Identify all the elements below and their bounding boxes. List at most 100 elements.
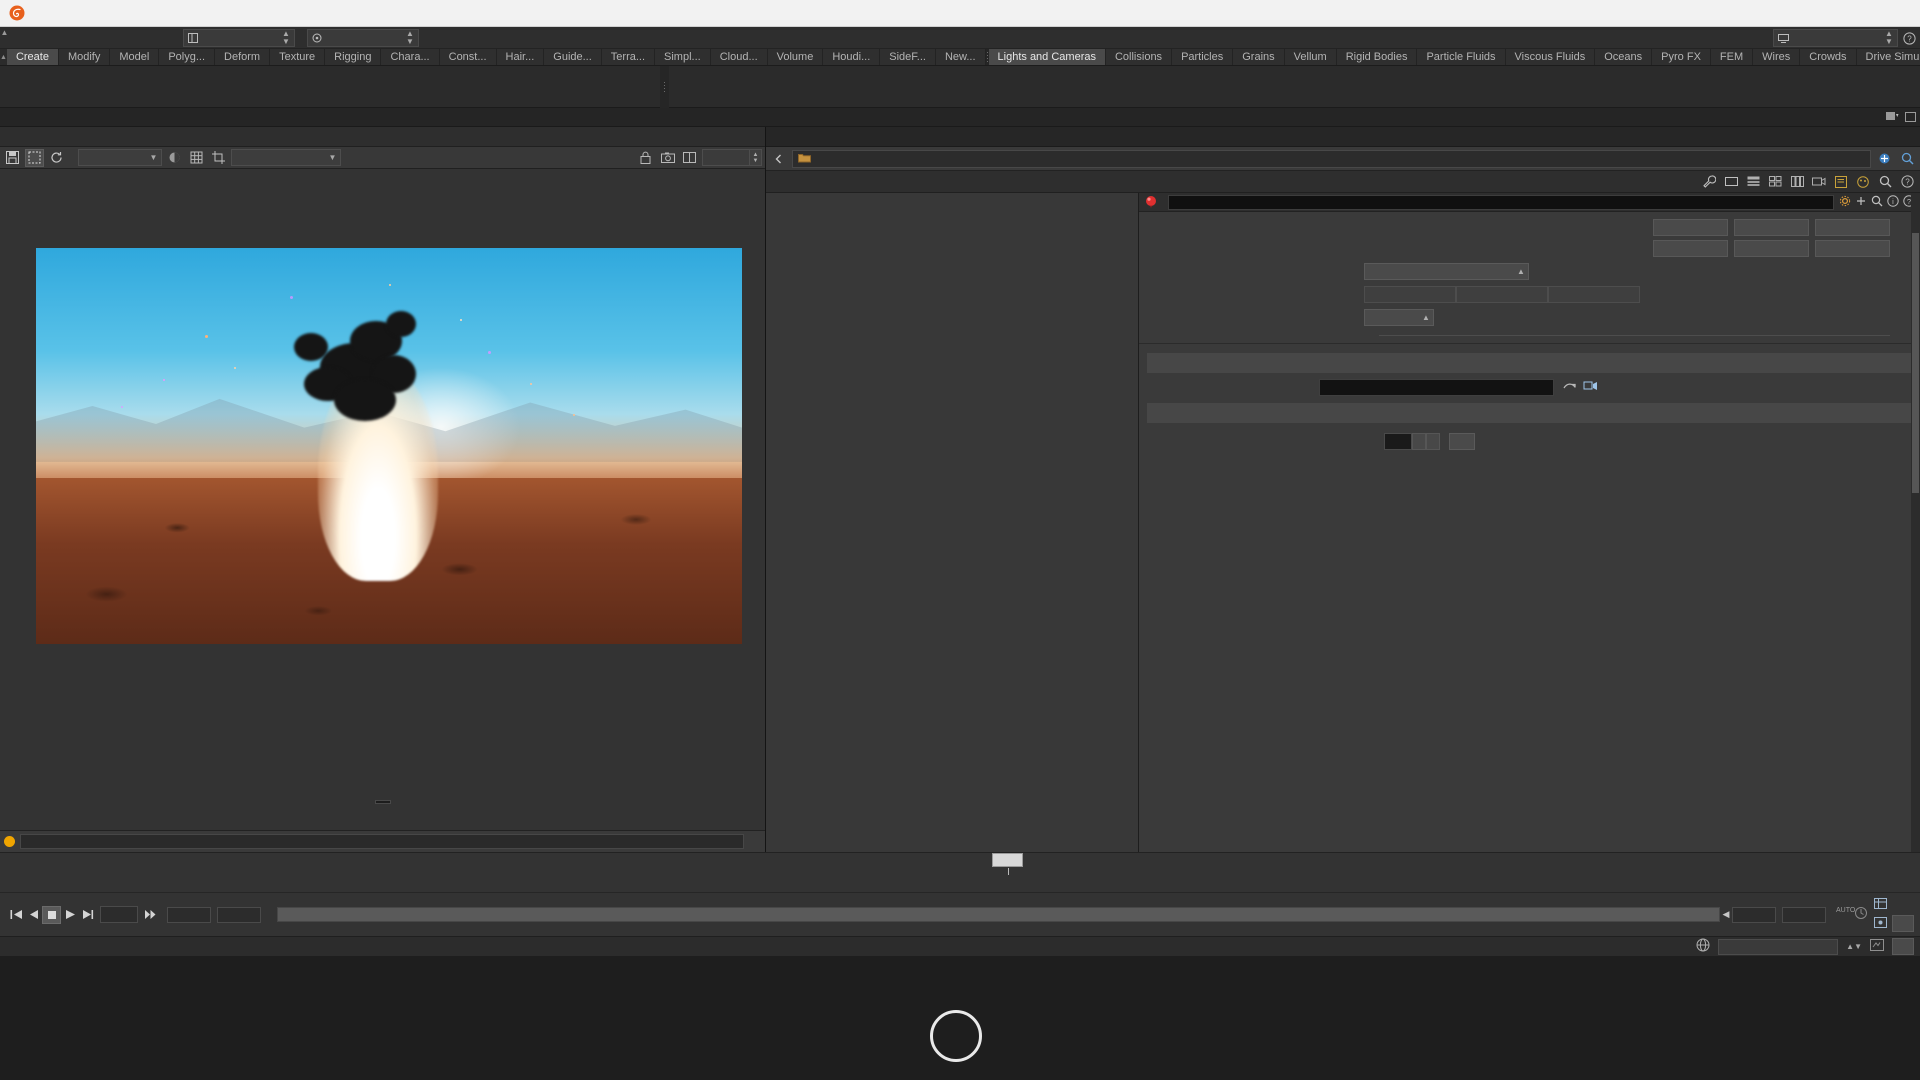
play-button[interactable] xyxy=(62,907,78,923)
cook-icon[interactable] xyxy=(1870,939,1884,954)
box-node-icon[interactable] xyxy=(1721,173,1741,191)
grid-layout-icon[interactable] xyxy=(1765,173,1785,191)
menu-edit[interactable] xyxy=(27,27,45,49)
globe-icon[interactable] xyxy=(1696,938,1710,955)
gear-icon[interactable] xyxy=(1839,195,1851,210)
menu-collapse-arrow-icon[interactable]: ▲ xyxy=(0,27,9,49)
save-render-icon[interactable] xyxy=(3,149,22,167)
controls-button[interactable] xyxy=(1815,240,1890,257)
shelf-tab-const[interactable]: Const... xyxy=(439,49,497,65)
panel-add-tab-button[interactable] xyxy=(0,108,22,126)
shelf-tab2-particles[interactable]: Particles xyxy=(1172,49,1234,65)
channel-list-icon[interactable] xyxy=(1874,897,1887,912)
viewport-ipr-button[interactable] xyxy=(1815,219,1890,236)
shelf-tab2-oceans[interactable]: Oceans xyxy=(1595,49,1653,65)
search-net-icon[interactable] xyxy=(1875,173,1895,191)
key-all-icon[interactable] xyxy=(1874,916,1887,931)
shelf-tab2-crowds[interactable]: Crowds xyxy=(1800,49,1857,65)
camera-net-icon[interactable] xyxy=(1809,173,1829,191)
chevron-down-icon-vfr[interactable]: ▲ xyxy=(1514,267,1528,276)
menu-render[interactable] xyxy=(45,27,63,49)
shelf-tab-hair[interactable]: Hair... xyxy=(496,49,545,65)
shelf-tab-terra[interactable]: Terra... xyxy=(601,49,656,65)
shelf-tab-create[interactable]: Create xyxy=(6,49,59,65)
aov-clear-button[interactable] xyxy=(1449,432,1475,450)
chevron-down-icon[interactable]: ▼ xyxy=(148,153,159,162)
desktop-selector[interactable]: ▲ ▼ xyxy=(183,28,295,47)
palette-icon[interactable] xyxy=(1853,173,1873,191)
aov-config-link-icon[interactable] xyxy=(1562,380,1577,396)
shelf-tab2-grains[interactable]: Grains xyxy=(1233,49,1285,65)
range-start-field[interactable] xyxy=(167,906,211,923)
shelf-tab-modify[interactable]: Modify xyxy=(58,49,111,65)
maximize-button[interactable] xyxy=(1828,0,1874,27)
shelf-tab2-vellum[interactable]: Vellum xyxy=(1284,49,1337,65)
ipr-button[interactable] xyxy=(1653,219,1728,236)
network-add-path-tab[interactable] xyxy=(766,127,788,146)
right-desktop-selector[interactable]: ▲ ▼ xyxy=(1773,29,1898,47)
key-all-channels-button[interactable] xyxy=(1892,915,1914,932)
camera-selector-combo[interactable]: ▼ xyxy=(231,149,341,166)
range-left-arrow-icon[interactable]: ◀ xyxy=(1720,909,1732,920)
shelf-tab2-drive-simulation[interactable]: Drive Simulation xyxy=(1856,49,1920,65)
grid-overlay-icon[interactable] xyxy=(187,149,206,167)
network-pin-icon[interactable] xyxy=(1874,150,1894,168)
inc-field[interactable] xyxy=(1548,286,1640,303)
shelf-tab-polyg[interactable]: Polyg... xyxy=(159,49,216,65)
refresh-render-icon[interactable] xyxy=(47,149,66,167)
snapshot-icon[interactable] xyxy=(658,149,677,167)
zoom-spinner[interactable]: ▲ ▼ xyxy=(750,149,762,166)
range-end-field[interactable] xyxy=(217,906,261,923)
shelf-tab2-collisions[interactable]: Collisions xyxy=(1105,49,1173,65)
render-region-icon[interactable] xyxy=(25,148,44,167)
search-parameter-icon[interactable] xyxy=(1871,195,1883,210)
current-frame-field[interactable] xyxy=(100,906,138,923)
step-back-button[interactable] xyxy=(25,907,41,923)
right-desktop-spinner[interactable]: ▲ ▼ xyxy=(1883,30,1895,46)
jump-to-start-button[interactable] xyxy=(8,907,24,923)
step-forward-button[interactable] xyxy=(79,907,95,923)
menu-redshift[interactable] xyxy=(135,27,153,49)
global-start-field[interactable] xyxy=(1732,906,1776,923)
panel-maximize-icon[interactable] xyxy=(1905,110,1916,125)
crop-icon[interactable] xyxy=(209,149,228,167)
wrench-icon[interactable] xyxy=(1699,173,1719,191)
auto-key-icon[interactable]: AUTO xyxy=(1834,903,1868,926)
note-icon[interactable] xyxy=(1831,173,1851,191)
render-with-take-combo[interactable]: ▲ xyxy=(1364,309,1434,326)
global-end-field[interactable] xyxy=(1782,906,1826,923)
viewport-set-selector[interactable]: ▲ ▼ xyxy=(307,28,419,47)
render-canvas[interactable] xyxy=(0,169,765,830)
aov-remove-button[interactable] xyxy=(1426,432,1440,450)
minimize-button[interactable] xyxy=(1782,0,1828,27)
panel-options-icon[interactable] xyxy=(1886,110,1899,125)
menu-labs[interactable] xyxy=(117,27,135,49)
parameter-info-icon[interactable]: i xyxy=(1887,194,1899,210)
parameter-node-name[interactable] xyxy=(1168,194,1834,210)
shelf-tab-houdi[interactable]: Houdi... xyxy=(823,49,881,65)
renderview-button[interactable] xyxy=(1734,219,1809,236)
parameter-scrollbar[interactable] xyxy=(1911,193,1920,852)
zoom-control[interactable]: ▲ ▼ xyxy=(702,149,762,166)
network-filter-icon[interactable] xyxy=(1897,150,1917,168)
shelf-tab-new[interactable]: New... xyxy=(935,49,986,65)
network-back-icon[interactable] xyxy=(769,150,789,168)
color-picker-icon[interactable] xyxy=(165,149,184,167)
zoom-value[interactable] xyxy=(702,149,750,166)
aov-config-pick-icon[interactable] xyxy=(1583,380,1598,396)
shelf-tab2-wires[interactable]: Wires xyxy=(1753,49,1801,65)
shelf-tab-texture[interactable]: Texture xyxy=(270,49,326,65)
menu-assets[interactable] xyxy=(63,27,81,49)
start-field[interactable] xyxy=(1364,286,1456,303)
chevron-down-icon-camera[interactable]: ▼ xyxy=(327,153,338,162)
chevron-down-icon-take[interactable]: ▲ xyxy=(1419,313,1433,322)
help-circle-icon[interactable]: ? xyxy=(1898,31,1920,45)
network-canvas[interactable] xyxy=(766,193,1138,852)
timeline-playhead[interactable] xyxy=(992,853,1023,875)
timeline-track[interactable] xyxy=(182,853,1542,875)
end-field[interactable] xyxy=(1456,286,1548,303)
aov-count-field[interactable] xyxy=(1384,432,1412,450)
shelf-tab-cloud[interactable]: Cloud... xyxy=(710,49,768,65)
timeline-ruler[interactable] xyxy=(0,852,1920,892)
shelf-tab-simpl[interactable]: Simpl... xyxy=(655,49,711,65)
